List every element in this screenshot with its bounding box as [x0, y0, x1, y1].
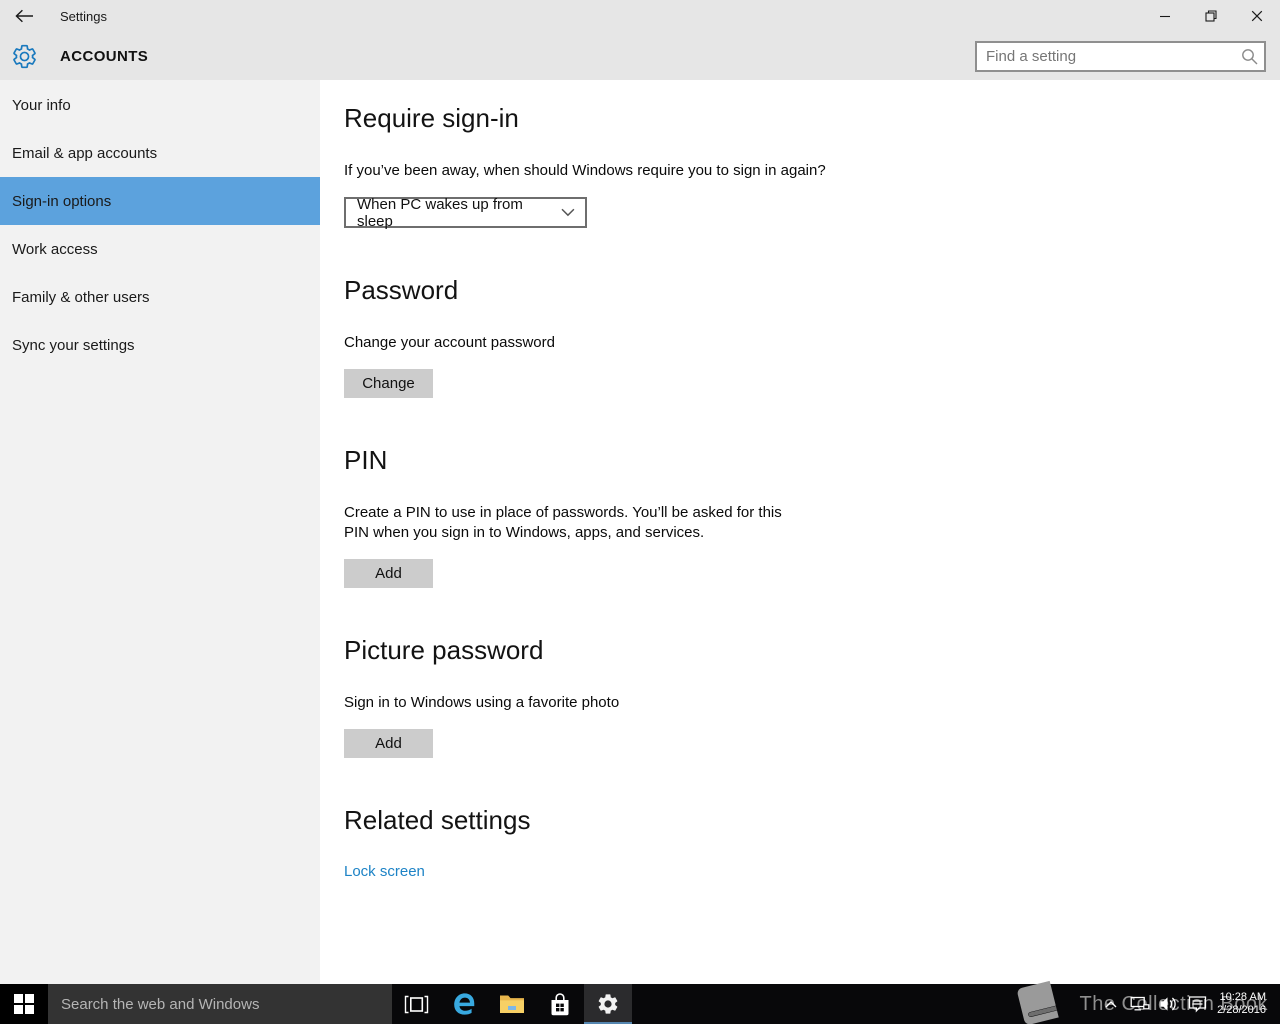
sidebar-item-sign-in-options[interactable]: Sign-in options: [0, 177, 320, 225]
sidebar-item-family-other-users[interactable]: Family & other users: [0, 273, 320, 321]
window-body: Your info Email & app accounts Sign-in o…: [0, 80, 1280, 984]
speaker-icon: [1160, 997, 1176, 1011]
search-input[interactable]: [977, 47, 1234, 65]
section-description: Change your account password: [344, 334, 555, 351]
section-title: Picture password: [344, 635, 544, 665]
sidebar-item-email-app-accounts[interactable]: Email & app accounts: [0, 129, 320, 177]
screen: Settings ACCOUNTS Find a setting Your in…: [0, 0, 1280, 1024]
titlebar: Settings: [0, 0, 1280, 32]
dropdown-selected-value: When PC wakes up from sleep: [357, 195, 523, 230]
app-header: ACCOUNTS: [0, 32, 1280, 80]
tray-action-center-button[interactable]: [1183, 984, 1212, 1024]
find-setting-searchbox: [975, 40, 1266, 72]
window-title: Settings: [60, 8, 107, 24]
add-picture-password-button[interactable]: Add: [344, 729, 433, 758]
chevron-down-icon: [561, 208, 575, 217]
store-icon: [551, 993, 569, 1016]
change-password-button[interactable]: Change: [344, 369, 433, 398]
add-pin-button[interactable]: Add: [344, 559, 433, 588]
minimize-icon: [1160, 15, 1170, 18]
window-controls: [1142, 0, 1280, 32]
network-icon: [1130, 996, 1149, 1011]
window-chrome: Settings ACCOUNTS Find a setting: [0, 0, 1280, 80]
store-button[interactable]: [536, 984, 584, 1024]
sidebar: Your info Email & app accounts Sign-in o…: [0, 80, 320, 984]
section-title: PIN: [344, 445, 388, 475]
lock-screen-link[interactable]: Lock screen: [344, 863, 425, 880]
section-picture-password: Picture password Sign in to Windows usin…: [344, 635, 1240, 758]
tray-volume-button[interactable]: [1154, 984, 1183, 1024]
tray-network-button[interactable]: [1125, 984, 1154, 1024]
clock-date: 2/28/2016: [1217, 1004, 1266, 1016]
settings-app-button[interactable]: [584, 984, 632, 1024]
section-require-sign-in: Require sign-in If you’ve been away, whe…: [344, 103, 1240, 230]
settings-window: Settings ACCOUNTS Find a setting Your in…: [0, 0, 1280, 984]
tray-expand-button[interactable]: [1096, 984, 1125, 1024]
system-tray: The Collection Book 10:28 AM 2/28/2016: [1017, 980, 1280, 1024]
taskbar-clock[interactable]: 10:28 AM 2/28/2016: [1212, 991, 1275, 1017]
restore-button[interactable]: [1188, 0, 1234, 32]
edge-icon: [454, 993, 475, 1015]
settings-gear-icon: [0, 43, 48, 70]
chevron-up-icon: [1105, 1001, 1117, 1008]
section-password: Password Change your account password Ch…: [344, 275, 1240, 398]
section-related-settings: Related settings Lock screen: [344, 805, 1240, 881]
require-sign-in-dropdown[interactable]: When PC wakes up from sleep: [344, 195, 587, 230]
task-view-button[interactable]: [392, 984, 440, 1024]
start-button[interactable]: [0, 984, 48, 1024]
restore-icon: [1205, 10, 1217, 22]
section-description: Create a PIN to use in place of password…: [344, 504, 782, 541]
minimize-button[interactable]: [1142, 0, 1188, 32]
section-description: If you’ve been away, when should Windows…: [344, 162, 826, 179]
section-pin: PIN Create a PIN to use in place of pass…: [344, 445, 1240, 588]
windows-logo-icon: [14, 994, 34, 1014]
file-explorer-icon: [500, 995, 524, 1013]
page-title: ACCOUNTS: [60, 47, 149, 65]
search-icon[interactable]: [1234, 48, 1264, 65]
close-icon: [1251, 10, 1263, 22]
taskbar: The Collection Book: [0, 980, 1280, 1024]
file-explorer-button[interactable]: [488, 984, 536, 1024]
action-center-icon: [1188, 996, 1207, 1013]
task-view-icon: [404, 995, 428, 1013]
edge-browser-button[interactable]: [440, 984, 488, 1024]
taskbar-search-input[interactable]: [48, 995, 392, 1013]
back-button[interactable]: [0, 0, 48, 32]
sidebar-item-your-info[interactable]: Your info: [0, 81, 320, 129]
sidebar-item-sync-your-settings[interactable]: Sync your settings: [0, 321, 320, 369]
main-content: Require sign-in If you’ve been away, whe…: [320, 80, 1280, 984]
clock-time: 10:28 AM: [1219, 991, 1266, 1003]
section-description: Sign in to Windows using a favorite phot…: [344, 694, 620, 711]
close-button[interactable]: [1234, 0, 1280, 32]
section-title: Password: [344, 275, 459, 305]
taskbar-searchbox: [48, 984, 392, 1024]
section-title: Related settings: [344, 805, 531, 835]
section-title: Require sign-in: [344, 103, 519, 133]
settings-gear-taskbar-icon: [598, 994, 618, 1014]
sidebar-item-work-access[interactable]: Work access: [0, 225, 320, 273]
back-arrow-icon: [14, 9, 33, 23]
